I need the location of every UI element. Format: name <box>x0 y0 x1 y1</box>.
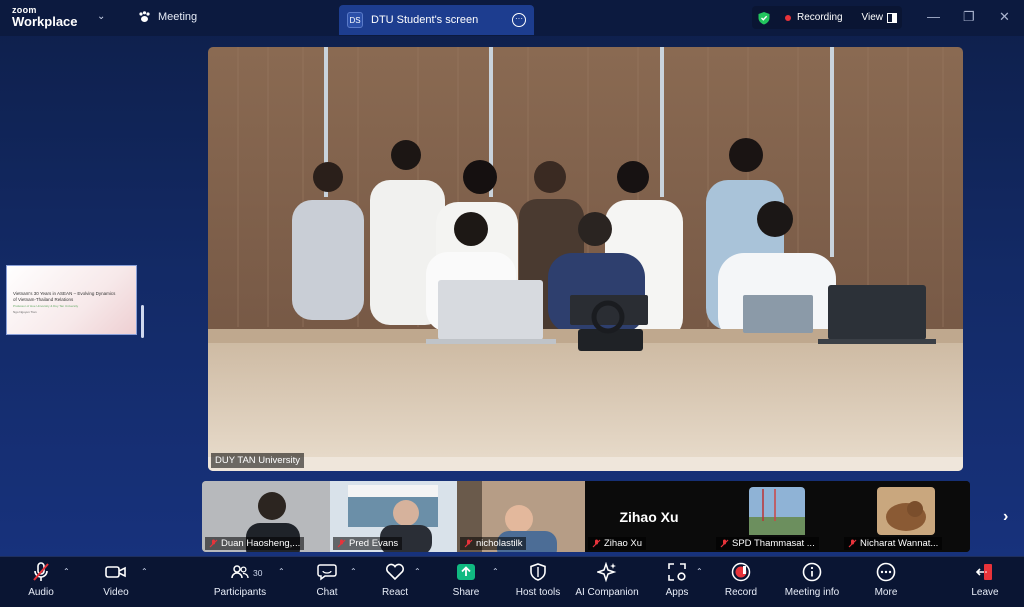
participant-tile[interactable]: Zihao Xu Zihao Xu <box>585 481 713 552</box>
record-label: Record <box>724 587 758 598</box>
participant-name: Nicharat Wannat... <box>860 538 939 549</box>
slide-subtitle: Professor of Hue University & Duy Tan Un… <box>13 304 79 308</box>
heart-icon <box>385 563 405 581</box>
video-label: Video <box>103 587 129 598</box>
more-dots-icon <box>876 562 896 582</box>
record-icon <box>731 562 751 582</box>
meeting-info-label: Meeting info <box>784 587 840 598</box>
participant-name: Pred Evans <box>349 538 399 549</box>
mic-muted-icon <box>33 562 49 581</box>
audio-button[interactable]: Audio <box>1 559 81 598</box>
resize-handle[interactable] <box>141 305 144 338</box>
participant-name: SPD Thammasat ... <box>732 538 815 549</box>
react-options-caret-icon[interactable]: ⌃ <box>414 567 421 576</box>
status-group: Recording View <box>752 6 902 29</box>
audio-label: Audio <box>28 587 54 598</box>
leave-door-icon <box>975 564 992 580</box>
meeting-info-button[interactable]: Meeting info <box>772 559 852 598</box>
close-icon[interactable]: ✕ <box>999 9 1010 25</box>
logo-brand-bottom: Workplace <box>12 14 78 29</box>
restore-icon[interactable]: ❐ <box>963 9 975 25</box>
video-button[interactable]: Video <box>76 559 156 598</box>
sparkle-icon <box>597 562 617 582</box>
share-label: Share <box>452 587 480 598</box>
host-tools-label: Host tools <box>515 587 561 598</box>
participants-options-caret-icon[interactable]: ⌃ <box>278 567 285 576</box>
ai-companion-label: AI Companion <box>575 587 639 598</box>
meeting-toolbar: Audio ⌃ Video ⌃ Participants 30 ⌃ Chat ⌃… <box>0 556 1024 607</box>
share-button[interactable]: Share <box>426 559 506 598</box>
participant-tile[interactable]: Pred Evans <box>330 481 457 552</box>
participant-tile[interactable]: Nicharat Wannat... <box>841 481 970 552</box>
zoom-logo: zoom Workplace <box>12 5 78 29</box>
main-video-feed[interactable]: DUY TAN University <box>208 47 963 471</box>
react-label: React <box>381 587 409 598</box>
more-label: More <box>874 587 898 598</box>
meeting-label: Meeting <box>158 11 198 23</box>
participant-tile[interactable]: SPD Thammasat ... <box>713 481 841 552</box>
share-tab-title: DTU Student's screen <box>371 14 479 26</box>
video-options-caret-icon[interactable]: ⌃ <box>141 567 148 576</box>
participant-name: Zihao Xu <box>604 538 643 549</box>
participants-button[interactable]: Participants <box>200 559 280 598</box>
minimize-icon[interactable]: — <box>927 9 940 24</box>
participants-count: 30 <box>253 568 263 578</box>
react-button[interactable]: React <box>355 559 435 598</box>
meeting-menu[interactable]: Meeting <box>138 11 197 23</box>
leave-label: Leave <box>971 587 999 598</box>
recording-dot-icon <box>785 14 791 21</box>
audio-options-caret-icon[interactable]: ⌃ <box>63 567 70 576</box>
chat-icon <box>317 564 337 581</box>
sharer-avatar: DS <box>347 12 363 28</box>
more-button[interactable]: More <box>846 559 926 598</box>
participant-tile[interactable]: nicholastilk <box>457 481 585 552</box>
slide-author: Ngo Nguyen Tran <box>13 310 37 314</box>
recording-label[interactable]: Recording <box>797 12 843 23</box>
ai-companion-button[interactable]: AI Companion <box>567 559 647 598</box>
conference-room-scene <box>208 47 963 471</box>
view-label: View <box>861 12 884 23</box>
record-button[interactable]: Record <box>701 559 781 598</box>
leave-button[interactable]: Leave <box>945 559 1024 598</box>
video-camera-icon <box>105 566 126 578</box>
shield-icon <box>530 563 546 581</box>
info-icon <box>802 562 822 582</box>
chat-label: Chat <box>316 587 338 598</box>
slide-title: Vietnam's 30 Years in ASEAN – Evolving D… <box>13 291 116 302</box>
participants-icon <box>231 565 249 579</box>
view-button[interactable]: View <box>861 12 897 23</box>
more-options-icon[interactable]: ··· <box>512 13 526 27</box>
share-screen-icon <box>457 564 475 580</box>
security-shield-icon[interactable] <box>757 11 771 25</box>
chevron-down-icon[interactable]: ⌄ <box>97 11 105 22</box>
mic-muted-icon <box>720 539 729 548</box>
participant-name: Duan Haosheng,... <box>221 538 301 549</box>
mic-muted-icon <box>337 539 346 548</box>
paw-icon <box>139 11 150 22</box>
mic-muted-icon <box>848 539 857 548</box>
participants-label: Participants <box>213 587 267 598</box>
grid-view-icon <box>887 12 897 23</box>
next-page-arrow-icon[interactable]: › <box>1003 508 1008 526</box>
mic-muted-icon <box>592 539 601 548</box>
share-screen-tab[interactable]: DS DTU Student's screen ··· <box>339 5 534 35</box>
mic-muted-icon <box>209 539 218 548</box>
shared-slide-thumbnail[interactable]: Vietnam's 30 Years in ASEAN – Evolving D… <box>6 265 137 335</box>
main-video-label: DUY TAN University <box>211 453 304 468</box>
top-bar: zoom Workplace ⌄ Meeting DS DTU Student'… <box>0 0 1024 36</box>
apps-icon <box>668 563 686 581</box>
participant-display-name: Zihao Xu <box>619 509 679 525</box>
participant-name: nicholastilk <box>476 538 523 549</box>
mic-muted-icon <box>464 539 473 548</box>
host-tools-button[interactable]: Host tools <box>498 559 578 598</box>
participant-tile[interactable]: Duan Haosheng,... <box>202 481 330 552</box>
apps-label: Apps <box>665 587 689 598</box>
participant-strip: Duan Haosheng,... Pred Evans nicholastil… <box>202 481 970 552</box>
